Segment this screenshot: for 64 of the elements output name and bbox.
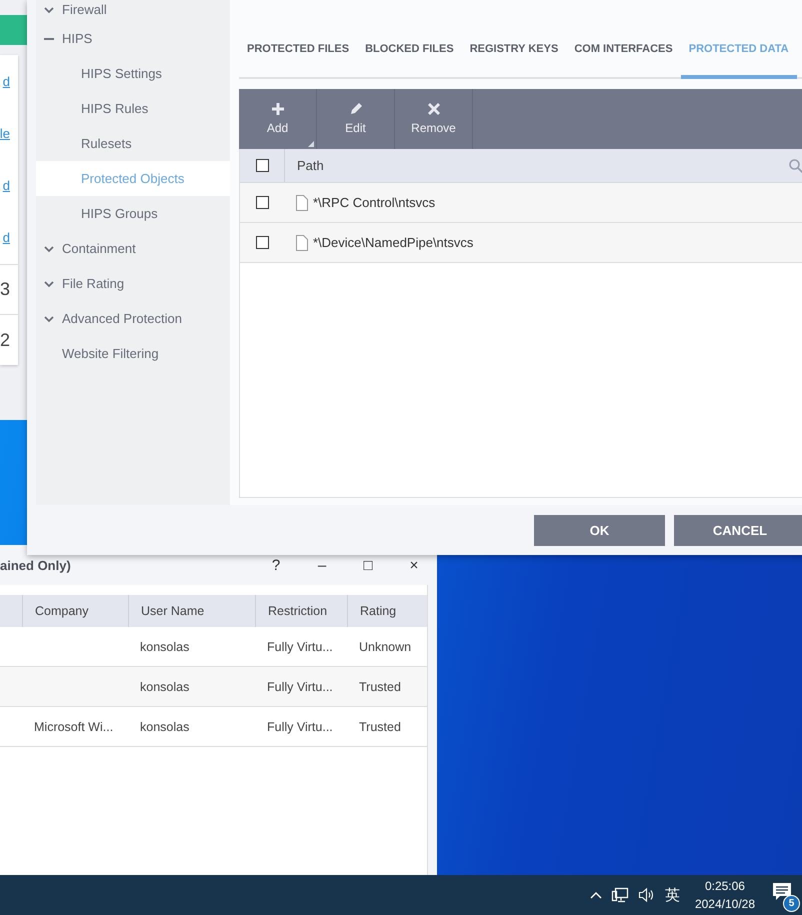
ok-button[interactable]: OK: [534, 514, 665, 546]
tab[interactable]: REGISTRY KEYS: [462, 22, 566, 79]
sidebar-group[interactable]: File Rating: [36, 266, 230, 301]
window-title: ained Only): [0, 558, 71, 572]
checkbox[interactable]: [256, 236, 268, 249]
table-cell: konsolas: [140, 680, 190, 694]
count: 3: [0, 278, 10, 300]
sidebar-group[interactable]: Firewall: [36, 0, 230, 21]
table-cell: Unknown: [359, 640, 412, 654]
sidebar-item[interactable]: Website Filtering: [36, 336, 230, 371]
cancel-button[interactable]: CANCEL: [674, 514, 802, 546]
plus-icon: [272, 103, 284, 115]
column-header[interactable]: Rating: [347, 595, 427, 627]
link[interactable]: d: [2, 230, 10, 246]
column-header[interactable]: User Name: [128, 595, 255, 627]
chevron-down-icon[interactable]: [44, 244, 54, 254]
chevron-down-icon[interactable]: [44, 314, 54, 324]
chevron-up-icon[interactable]: [590, 891, 602, 899]
sidebar-item[interactable]: HIPS Rules: [36, 91, 230, 126]
chevron-down-icon[interactable]: [44, 278, 54, 288]
sidebar-group[interactable]: Advanced Protection: [36, 301, 230, 336]
ime-indicator[interactable]: 英: [664, 886, 680, 904]
sidebar-item[interactable]: Rulesets: [36, 126, 230, 161]
table-cell: konsolas: [140, 640, 190, 654]
window-control[interactable]: □: [345, 556, 391, 574]
link[interactable]: d: [2, 178, 10, 193]
column-header[interactable]: Restriction: [255, 595, 347, 627]
dropdown-icon[interactable]: [308, 141, 314, 147]
tab[interactable]: COM INTERFACES: [566, 22, 681, 79]
pencil-icon: [350, 103, 362, 115]
file-icon: [296, 194, 308, 210]
sidebar-item[interactable]: HIPS Settings: [36, 56, 230, 91]
tab[interactable]: BLOCKED FILES: [357, 22, 462, 79]
table-cell: Fully Virtu...: [267, 640, 333, 654]
table-cell: Trusted: [359, 720, 401, 734]
link[interactable]: le: [0, 126, 10, 141]
speaker-icon[interactable]: [638, 887, 656, 903]
table-cell: Trusted: [359, 680, 401, 694]
table-cell: *\Device\NamedPipe\ntsvcs: [313, 235, 474, 250]
column-header[interactable]: Company: [22, 595, 128, 627]
table-cell: Fully Virtu...: [267, 680, 333, 694]
window-control[interactable]: –: [299, 556, 345, 574]
window-control[interactable]: ?: [253, 556, 299, 574]
checkbox[interactable]: [256, 159, 268, 172]
table-cell: konsolas: [140, 720, 190, 734]
table-cell: Fully Virtu...: [267, 720, 333, 734]
network-icon[interactable]: [610, 887, 629, 903]
checkbox[interactable]: [256, 196, 268, 209]
table-cell: Microsoft Wi...: [34, 720, 114, 734]
sidebar-group[interactable]: HIPS: [36, 21, 230, 56]
window-control[interactable]: ×: [391, 556, 437, 574]
file-icon: [296, 234, 308, 250]
count: 2: [0, 330, 10, 351]
x-icon: [428, 103, 440, 115]
notification-badge: 5: [783, 895, 800, 912]
table-cell: *\RPC Control\ntsvcs: [313, 195, 436, 210]
sidebar-item[interactable]: HIPS Groups: [36, 196, 230, 231]
sidebar-group[interactable]: Containment: [36, 231, 230, 266]
tab[interactable]: PROTECTED FILES: [239, 22, 358, 79]
link[interactable]: d: [2, 74, 10, 89]
tab[interactable]: PROTECTED DATA: [680, 22, 797, 79]
sidebar-item[interactable]: Protected Objects: [36, 161, 230, 196]
clock[interactable]: 0:25:06 2024/10/28: [694, 877, 755, 913]
chevron-down-icon[interactable]: [44, 4, 54, 14]
